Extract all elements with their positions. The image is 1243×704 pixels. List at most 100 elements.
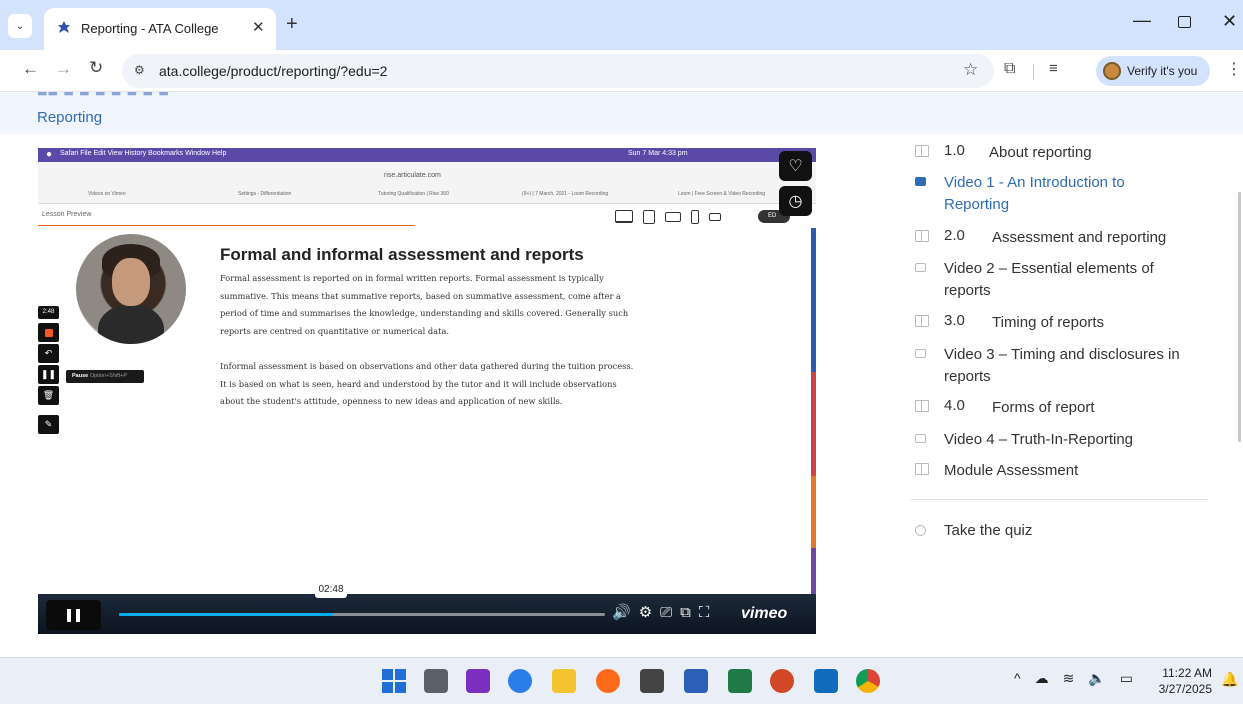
powerpoint-icon[interactable] bbox=[770, 669, 794, 693]
excel-icon[interactable] bbox=[728, 669, 752, 693]
forward-arrow-icon[interactable]: → bbox=[55, 59, 72, 79]
sidebar-item-label: About reporting bbox=[989, 144, 1092, 161]
pause-icon bbox=[76, 609, 80, 622]
sidebar-item-label: Module Assessment bbox=[944, 462, 1079, 479]
chrome-icon[interactable] bbox=[856, 669, 880, 693]
book-icon bbox=[915, 463, 929, 475]
presenter-webcam bbox=[76, 234, 186, 344]
task-view-icon[interactable] bbox=[424, 669, 448, 693]
notification-bell-icon[interactable]: 🔔 bbox=[1221, 671, 1238, 688]
windows-start-icon[interactable] bbox=[382, 669, 406, 693]
profile-avatar bbox=[1103, 62, 1121, 80]
tab-search-button[interactable]: ⌄ bbox=[8, 14, 32, 38]
close-window-button[interactable]: ✕ bbox=[1222, 11, 1237, 32]
video-camera-icon bbox=[915, 177, 926, 186]
browser-toolbar: ← → ↻ ⚙ ata.college/product/reporting/?e… bbox=[0, 50, 1243, 92]
recorded-desktop-edge bbox=[811, 228, 816, 628]
recorded-mac-status: Sun 7 Mar 4:33 pm bbox=[628, 150, 688, 157]
sidebar-item-label: Forms of report bbox=[992, 399, 1095, 416]
site-favicon-icon bbox=[58, 21, 70, 33]
tab-close-icon[interactable]: ✕ bbox=[252, 18, 265, 36]
vimeo-logo[interactable]: vimeo bbox=[741, 605, 787, 623]
sidebar-item-number: 2.0 bbox=[944, 227, 965, 244]
page-scrollbar[interactable] bbox=[1238, 192, 1241, 442]
onedrive-icon[interactable]: ☁ bbox=[1035, 670, 1049, 686]
recorded-tab: (9+) | 7 March, 2021 - Loom Recording bbox=[522, 191, 609, 197]
lesson-paragraph: Formal assessment is reported on in form… bbox=[220, 273, 629, 336]
recorder-pause-icon: ❚❚ bbox=[38, 365, 59, 384]
sidebar-item-label: Assessment and reporting bbox=[992, 229, 1167, 246]
tablet-landscape-icon bbox=[665, 211, 681, 222]
cast-icon[interactable]: ⎚ bbox=[660, 604, 672, 621]
word-icon[interactable] bbox=[684, 669, 708, 693]
copilot-icon[interactable] bbox=[508, 669, 532, 693]
video-camera-icon bbox=[915, 263, 926, 272]
browser-tab[interactable]: Reporting - ATA College ✕ bbox=[44, 8, 276, 50]
sidebar-item-label: Take the quiz bbox=[944, 522, 1033, 539]
address-bar[interactable]: ⚙ ata.college/product/reporting/?edu=2 bbox=[122, 54, 994, 88]
clock-date[interactable]: 3/27/2025 bbox=[1156, 682, 1212, 696]
tab-title: Reporting - ATA College bbox=[81, 21, 219, 36]
lesson-paragraph: Informal assessment is based on observat… bbox=[220, 361, 634, 406]
fullscreen-icon[interactable]: ⛶ bbox=[699, 604, 710, 621]
trash-icon: 🗑 bbox=[38, 386, 59, 405]
record-stop-icon bbox=[38, 323, 59, 342]
picture-in-picture-icon[interactable]: ⧉ bbox=[680, 604, 691, 621]
firefox-icon[interactable] bbox=[596, 669, 620, 693]
clock-time[interactable]: 11:22 AM bbox=[1160, 666, 1212, 680]
video-player[interactable]: ● Safari File Edit View History Bookmark… bbox=[38, 148, 816, 634]
breadcrumb[interactable]: Reporting bbox=[37, 109, 102, 126]
progress-fill bbox=[119, 613, 333, 616]
tray-chevron-icon[interactable]: ^ bbox=[1014, 670, 1021, 686]
book-icon bbox=[915, 400, 929, 412]
phone-landscape-icon bbox=[709, 212, 721, 221]
url-text[interactable]: ata.college/product/reporting/?edu=2 bbox=[159, 63, 387, 79]
lesson-progress-line bbox=[38, 225, 415, 226]
like-heart-icon[interactable]: ♡ bbox=[779, 151, 812, 181]
volume-icon[interactable]: 🔊 bbox=[612, 604, 631, 621]
minimize-button[interactable]: — bbox=[1133, 10, 1151, 31]
reload-icon[interactable]: ↻ bbox=[89, 58, 103, 78]
back-arrow-icon[interactable]: ← bbox=[22, 59, 39, 79]
recorded-tab: Tutoring Qualification | Rise 360 bbox=[378, 191, 449, 197]
recorded-safari-toolbar: rise.articulate.com Videos on Vimeo Sett… bbox=[38, 162, 816, 204]
tab-strip: ⌄ Reporting - ATA College ✕ + — ✕ bbox=[0, 0, 1243, 50]
player-controls: 🔊 ⚙ ⎚ ⧉ ⛶ vimeo bbox=[38, 594, 816, 634]
battery-icon[interactable]: ▭ bbox=[1120, 670, 1133, 686]
watch-later-clock-icon[interactable]: ◷ bbox=[779, 186, 812, 216]
outlook-icon[interactable] bbox=[814, 669, 838, 693]
recorded-tab: Settings - Differentiation bbox=[238, 191, 292, 197]
pause-tooltip-label: Pause bbox=[72, 373, 89, 379]
book-icon bbox=[915, 230, 929, 242]
extensions-icon[interactable]: ⧉ bbox=[1004, 60, 1015, 78]
page-header-strip: ▀▀ ▀ ▀ ▀ ▀ ▀ ▀ ▀ Reporting bbox=[0, 92, 1243, 134]
system-tray: ^ ☁ ≋ 🔈 ▭ bbox=[1014, 670, 1147, 687]
progress-bar[interactable] bbox=[119, 613, 605, 616]
sidebar-item-label: Video 1 - An Introduction to Reporting bbox=[944, 174, 1125, 213]
play-pause-button[interactable] bbox=[46, 600, 101, 630]
sidebar-item-number: 1.0 bbox=[944, 142, 965, 159]
book-icon bbox=[915, 315, 929, 327]
sidebar-item-label: Timing of reports bbox=[992, 314, 1104, 331]
recorded-safari-tabs: Videos on Vimeo Settings - Differentiati… bbox=[38, 190, 816, 200]
lesson-sidebar: 1.0 About reporting Video 1 - An Introdu… bbox=[910, 136, 1210, 616]
restore-button[interactable] bbox=[1178, 16, 1191, 28]
new-tab-button[interactable]: + bbox=[286, 13, 298, 36]
video-camera-icon bbox=[915, 434, 926, 443]
settings-gear-icon[interactable]: ⚙ bbox=[639, 604, 652, 621]
calendar-app-icon[interactable] bbox=[640, 669, 664, 693]
site-info-icon[interactable]: ⚙ bbox=[134, 63, 145, 77]
book-icon bbox=[915, 145, 929, 157]
sidebar-item-label: Video 2 – Essential elements of reports bbox=[944, 260, 1154, 299]
recorded-tab: Loom | Free Screen & Video Recording bbox=[678, 191, 766, 197]
app-icon[interactable] bbox=[466, 669, 490, 693]
browser-menu-icon[interactable]: ⋮ bbox=[1226, 59, 1242, 79]
wifi-icon[interactable]: ≋ bbox=[1063, 670, 1075, 686]
recorder-time: 2:48 bbox=[38, 306, 59, 319]
file-explorer-icon[interactable] bbox=[552, 669, 576, 693]
volume-tray-icon[interactable]: 🔈 bbox=[1088, 670, 1105, 686]
media-control-icon[interactable]: ≡ bbox=[1049, 60, 1058, 77]
verify-profile-button[interactable]: Verify it's you bbox=[1096, 56, 1210, 86]
bookmark-star-icon[interactable]: ☆ bbox=[963, 60, 978, 80]
lesson-preview-label: Lesson Preview bbox=[42, 211, 92, 218]
